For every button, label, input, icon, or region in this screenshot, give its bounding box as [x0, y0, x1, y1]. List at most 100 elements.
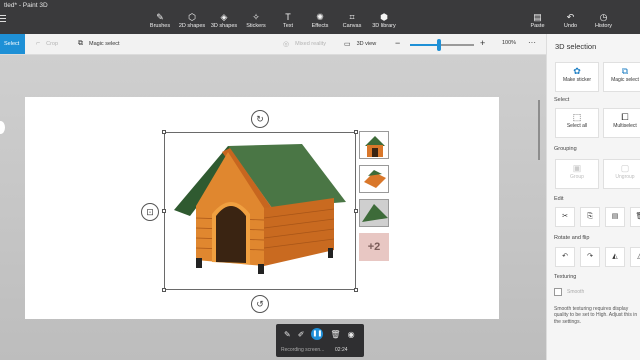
tool-label: Stickers [246, 23, 266, 29]
effects-icon: ✺ [316, 12, 324, 22]
tool-label: 3D library [372, 23, 396, 29]
mixed-reality-button[interactable]: ◎ Mixed reality [283, 40, 326, 48]
zoom-slider-thumb[interactable] [436, 39, 441, 51]
zoom-slider[interactable] [410, 39, 474, 51]
tool-label: 3D shapes [210, 23, 238, 29]
make-sticker-label: Make sticker [562, 77, 592, 83]
menu-icon[interactable] [0, 13, 6, 27]
multiselect-label: Multiselect [613, 123, 637, 129]
recording-time: 02:24 [335, 347, 348, 353]
tool-effects[interactable]: ✺ Effects [304, 11, 336, 29]
flip-vertical-icon[interactable]: ◮ [630, 247, 640, 267]
more-thumbnails[interactable]: +2 [359, 233, 389, 261]
paste-icon: ▤ [533, 12, 542, 22]
select-section-label: Select [554, 97, 570, 103]
pause-icon[interactable]: ❚❚ [311, 328, 324, 340]
paste-icon[interactable]: ▤ [605, 207, 625, 227]
delete-icon[interactable]: 🗑 [630, 207, 640, 227]
thumbnail-house-front[interactable] [359, 131, 389, 159]
tool-label: Canvas [342, 23, 362, 29]
multiselect-icon: ⧠ [621, 112, 629, 122]
zoom-slider-fill [410, 44, 439, 46]
more-options-button[interactable]: ··· [528, 38, 536, 47]
ungroup-button[interactable]: ▢ Ungroup [603, 159, 640, 189]
thumbnail-house-side[interactable] [359, 165, 389, 193]
tool-label: History [594, 23, 613, 29]
selection-box[interactable] [162, 130, 358, 292]
tool-undo[interactable]: ↶ Undo [554, 11, 587, 29]
tool-label: Effects [311, 23, 329, 29]
select-all-label: Select all [566, 123, 588, 129]
texturing-section-label: Texturing [554, 274, 577, 280]
zoom-in-button[interactable]: + [480, 38, 485, 48]
undo-icon: ↶ [566, 12, 575, 22]
resize-handle-top-left[interactable] [162, 130, 166, 134]
magic-select-button[interactable]: ⧉ Magic select [78, 40, 120, 48]
panel-magic-select-button[interactable]: ⧉ Magic select [603, 62, 640, 92]
zoom-out-button[interactable]: − [395, 38, 400, 48]
resize-handle-bottom-right[interactable] [354, 288, 358, 292]
sticker-icon: ✿ [573, 66, 581, 76]
zoom-level: 100% [502, 40, 517, 46]
tool-stickers[interactable]: ✧ Stickers [240, 11, 272, 29]
tool-3d-library[interactable]: ⬢ 3D library [368, 11, 400, 29]
resize-handle-left[interactable] [162, 209, 166, 213]
tool-2d-shapes[interactable]: ⬡ 2D shapes [176, 11, 208, 29]
main-tools: ✎ Brushes ⬡ 2D shapes ◈ 3D shapes ✧ Stickers T Te… [144, 11, 400, 29]
tool-text[interactable]: T Text [272, 11, 304, 29]
pen-icon[interactable]: ✎ [284, 330, 291, 339]
side-handle[interactable] [0, 121, 5, 134]
select-all-icon: ⬚ [572, 112, 582, 122]
magic-select-icon: ⧉ [621, 66, 629, 76]
3d-shapes-icon: ◈ [220, 12, 228, 22]
scrollbar[interactable] [538, 100, 540, 160]
3d-library-icon: ⬢ [380, 12, 388, 22]
tool-label: Brushes [149, 23, 171, 29]
smooth-checkbox[interactable] [554, 288, 562, 296]
resize-handle-top-right[interactable] [354, 130, 358, 134]
ungroup-icon: ▢ [620, 163, 630, 173]
tool-label: Undo [563, 23, 578, 29]
history-tools: ▤ Paste ↶ Undo ◷ History [521, 11, 620, 29]
brush-icon: ✎ [156, 12, 164, 22]
push-back-icon[interactable]: ⊡ [141, 203, 159, 221]
stickers-icon: ✧ [252, 12, 260, 22]
thumbnail-house-roof[interactable] [359, 199, 389, 227]
trash-icon[interactable]: 🗑 [330, 330, 340, 339]
resize-handle-right[interactable] [354, 209, 358, 213]
3d-view-button[interactable]: ▭ 3D view [344, 40, 376, 48]
make-sticker-button[interactable]: ✿ Make sticker [555, 62, 599, 92]
tool-paste[interactable]: ▤ Paste [521, 11, 554, 29]
smooth-label: Smooth [567, 289, 585, 295]
rotate-right-icon[interactable]: ↷ [580, 247, 600, 267]
eraser-icon[interactable]: ✐ [298, 330, 305, 339]
history-icon: ◷ [599, 12, 608, 22]
crop-button[interactable]: ⌐ Crop [36, 40, 58, 47]
ungroup-label: Ungroup [615, 174, 635, 180]
tool-history[interactable]: ◷ History [587, 11, 620, 29]
copy-icon[interactable]: ⎘ [580, 207, 600, 227]
tool-3d-shapes[interactable]: ◈ 3D shapes [208, 11, 240, 29]
rotate-left-icon[interactable]: ↶ [555, 247, 575, 267]
canvas-icon: ⌗ [349, 12, 355, 22]
group-label: Group [570, 174, 584, 180]
window-title: tled* - Paint 3D [4, 2, 48, 9]
rotate-x-icon[interactable]: ↺ [251, 295, 269, 313]
group-button[interactable]: ▣ Group [555, 159, 599, 189]
cut-icon[interactable]: ✂ [555, 207, 575, 227]
crop-label: Crop [46, 40, 59, 47]
select-button[interactable]: Select [0, 34, 25, 54]
resize-handle-bottom-left[interactable] [162, 288, 166, 292]
multiselect-button[interactable]: ⧠ Multiselect [603, 108, 640, 138]
magic-select-icon: ⧉ [78, 40, 83, 47]
select-all-button[interactable]: ⬚ Select all [555, 108, 599, 138]
mixed-reality-label: Mixed reality [295, 41, 326, 47]
flip-horizontal-icon[interactable]: ◭ [605, 247, 625, 267]
stop-icon[interactable]: ◉ [348, 330, 355, 339]
tool-label: Paste [530, 23, 545, 29]
panel-magic-select-label: Magic select [611, 77, 639, 83]
rotate-z-icon[interactable]: ↻ [251, 110, 269, 128]
magic-select-label: Magic select [89, 41, 120, 47]
tool-canvas[interactable]: ⌗ Canvas [336, 11, 368, 29]
tool-brushes[interactable]: ✎ Brushes [144, 11, 176, 29]
